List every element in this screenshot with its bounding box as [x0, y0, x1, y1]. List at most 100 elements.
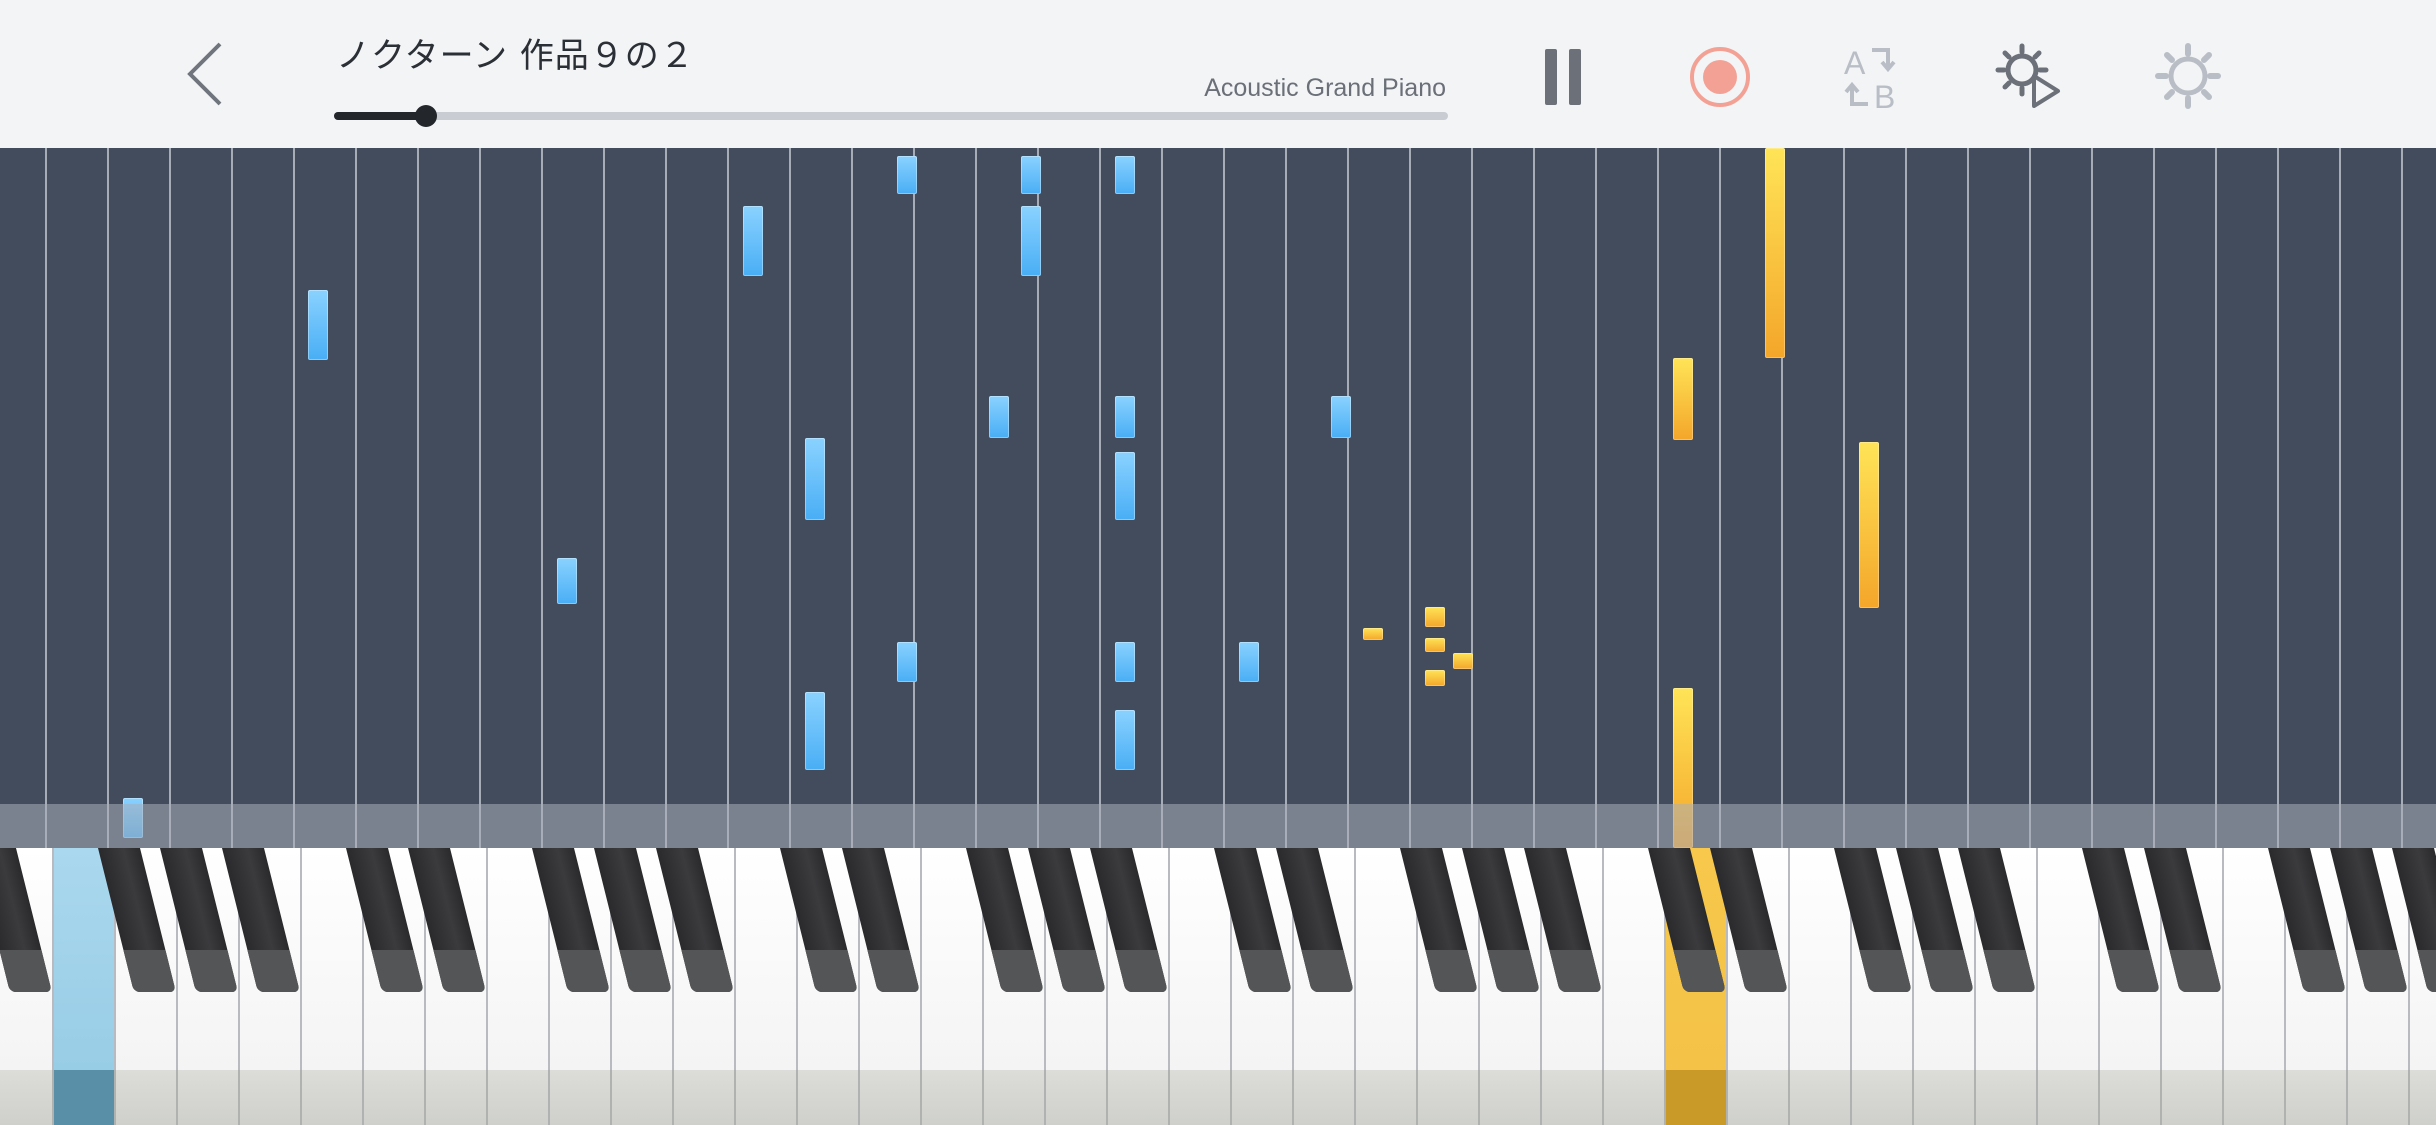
left-hand-note [308, 290, 328, 360]
ab-repeat-button[interactable]: A B [1836, 36, 1916, 116]
left-hand-note [1115, 156, 1135, 194]
right-hand-note [1765, 148, 1785, 358]
chevron-left-icon [187, 42, 222, 106]
pause-icon [1545, 49, 1581, 105]
left-hand-note [805, 692, 825, 770]
lane-line [1967, 148, 1969, 848]
left-hand-note [1331, 396, 1351, 438]
back-button[interactable] [176, 38, 236, 110]
white-key-front-edge [2408, 1070, 2410, 1125]
white-key[interactable] [1168, 848, 1230, 1070]
progress-fill [334, 112, 427, 120]
lane-line [45, 148, 47, 848]
lane-line [1161, 148, 1163, 848]
instrument-label[interactable]: Acoustic Grand Piano [1204, 74, 1446, 103]
lane-line [355, 148, 357, 848]
left-hand-note [1021, 156, 1041, 194]
lane-line [2215, 148, 2217, 848]
white-key-front-edge [734, 1070, 736, 1125]
svg-text:A: A [1844, 45, 1866, 81]
white-key-front-edge [486, 1070, 488, 1125]
white-key-front-pressed [1664, 1070, 1726, 1125]
white-key[interactable] [734, 848, 796, 1070]
white-key-front-edge [1292, 1070, 1294, 1125]
left-hand-note [1021, 206, 1041, 276]
white-key-front-edge [920, 1070, 922, 1125]
gear-play-icon [1995, 43, 2060, 108]
playback-settings-button[interactable] [1992, 36, 2072, 116]
white-key-front-edge [1230, 1070, 1232, 1125]
left-hand-note [1115, 396, 1135, 438]
left-hand-note [557, 558, 577, 604]
lane-line [1409, 148, 1411, 848]
lane-line [107, 148, 109, 848]
progress-knob[interactable] [415, 105, 438, 127]
right-hand-note [1425, 638, 1445, 652]
lane-line [665, 148, 667, 848]
white-key[interactable] [300, 848, 362, 1070]
white-key[interactable] [2036, 848, 2098, 1070]
lane-line [1099, 148, 1101, 848]
top-bar: ノクターン 作品９の２ Acoustic Grand Piano A B [0, 0, 2436, 148]
right-hand-note [1453, 653, 1473, 669]
white-key-front-edge [1168, 1070, 1170, 1125]
right-hand-note [1859, 442, 1879, 608]
white-key-front-edge [2160, 1070, 2162, 1125]
white-key[interactable] [1602, 848, 1664, 1070]
lane-line [2091, 148, 2093, 848]
lane-line [913, 148, 915, 848]
lane-line [2277, 148, 2279, 848]
white-key-front-edge [1416, 1070, 1418, 1125]
white-key-front-edge [1788, 1070, 1790, 1125]
white-key-front-edge [1912, 1070, 1914, 1125]
lane-line [1223, 148, 1225, 848]
piano-app: ノクターン 作品９の２ Acoustic Grand Piano A B [0, 0, 2436, 1125]
left-hand-note [1115, 452, 1135, 520]
lane-line [1471, 148, 1473, 848]
lane-line [2339, 148, 2341, 848]
white-key-front-edge [982, 1070, 984, 1125]
white-key-front-edge [548, 1070, 550, 1125]
white-key-front-edge [424, 1070, 426, 1125]
right-hand-note [1363, 628, 1383, 640]
white-key-front-edge [114, 1070, 116, 1125]
white-key[interactable] [920, 848, 982, 1070]
white-key-front-edge [362, 1070, 364, 1125]
lane-line [727, 148, 729, 848]
white-key-front-edge [2098, 1070, 2100, 1125]
song-title: ノクターン 作品９の２ [336, 36, 695, 76]
gear-icon [2155, 43, 2221, 109]
white-key-pressed[interactable] [52, 848, 114, 1070]
lane-line [1843, 148, 1845, 848]
lane-line [1905, 148, 1907, 848]
white-key-front-edge [238, 1070, 240, 1125]
piano-keyboard [0, 848, 2436, 1125]
lane-line [789, 148, 791, 848]
right-hand-note [1425, 607, 1445, 627]
white-key[interactable] [2222, 848, 2284, 1070]
settings-button[interactable] [2148, 36, 2228, 116]
left-hand-note [897, 156, 917, 194]
lane-line [1285, 148, 1287, 848]
white-key-front-edge [672, 1070, 674, 1125]
keyboard-shadow [0, 804, 2436, 848]
white-key[interactable] [1788, 848, 1850, 1070]
white-key-front-edge [52, 1070, 54, 1125]
ab-repeat-icon: A B [1844, 45, 1896, 115]
white-key-front-edge [2346, 1070, 2348, 1125]
left-hand-note [1239, 642, 1259, 682]
white-key-front-edge [2036, 1070, 2038, 1125]
white-key-front-edge [1726, 1070, 1728, 1125]
white-key-front-edge [1106, 1070, 1108, 1125]
lane-line [2029, 148, 2031, 848]
white-key[interactable] [1354, 848, 1416, 1070]
record-button[interactable] [1680, 36, 1760, 116]
pause-button[interactable] [1524, 36, 1604, 116]
progress-slider[interactable] [334, 105, 1448, 127]
lane-line [1595, 148, 1597, 848]
lane-line [293, 148, 295, 848]
white-key-front-edge [610, 1070, 612, 1125]
left-hand-note [897, 642, 917, 682]
white-key[interactable] [486, 848, 548, 1070]
left-hand-note [805, 438, 825, 520]
